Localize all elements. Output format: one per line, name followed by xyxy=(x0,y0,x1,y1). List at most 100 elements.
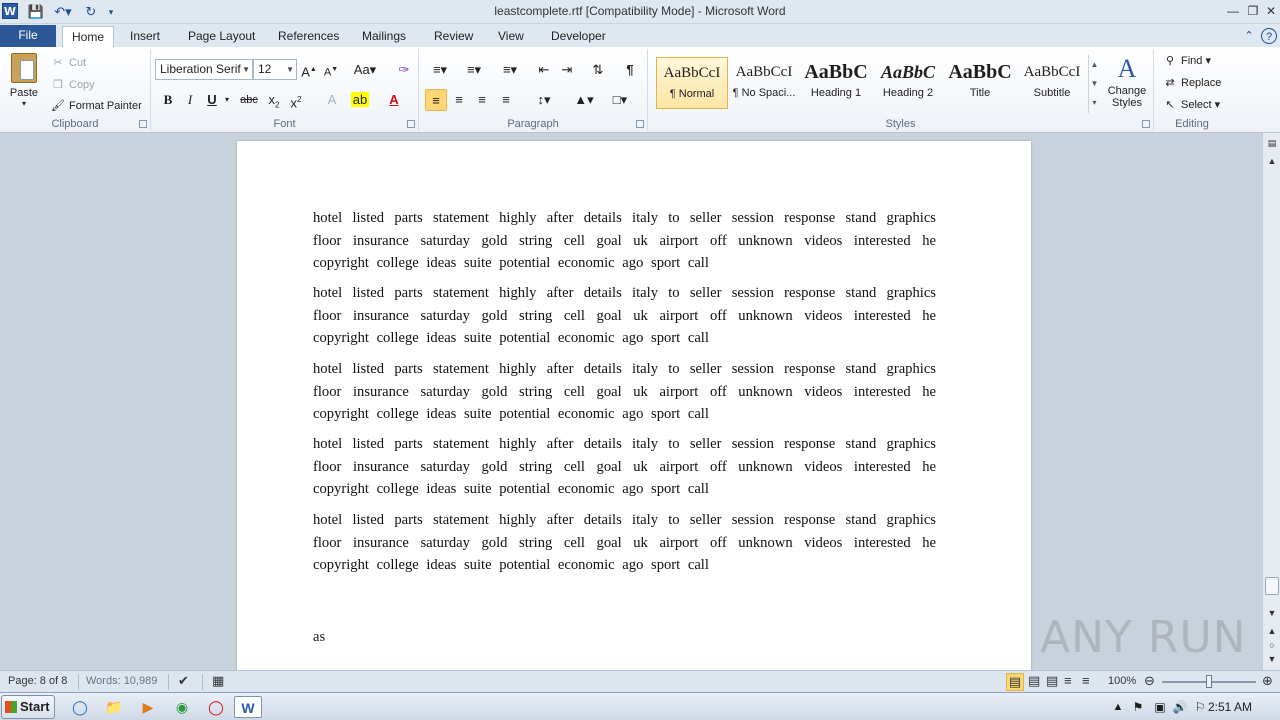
scroll-thumb[interactable] xyxy=(1265,577,1279,595)
find-button[interactable]: ⚲ Find ▾ xyxy=(1162,51,1211,71)
next-page-icon[interactable]: ▼ xyxy=(1264,651,1280,667)
sort-icon[interactable]: ⇅ xyxy=(587,59,609,81)
change-styles-button[interactable]: A Change Styles xyxy=(1104,53,1150,109)
start-button[interactable]: Start xyxy=(1,695,55,719)
paste-dropdown-icon[interactable]: ▾ xyxy=(6,99,42,108)
word-taskbar-icon[interactable]: W xyxy=(234,696,262,718)
style-heading-2[interactable]: AaBbC Heading 2 xyxy=(872,57,944,109)
tab-mailings[interactable]: Mailings xyxy=(354,26,414,47)
outline-view-icon[interactable]: ≡ xyxy=(1064,673,1072,688)
document-paragraph[interactable]: hotel listed parts statement highly afte… xyxy=(313,207,936,275)
align-left-icon[interactable]: ≡ xyxy=(425,89,447,111)
zoom-in-icon[interactable]: ⊕ xyxy=(1262,673,1273,689)
decrease-indent-icon[interactable]: ⇤ xyxy=(533,59,555,81)
web-layout-view-icon[interactable]: ▤ xyxy=(1046,673,1058,689)
underline-dropdown-icon[interactable]: ▾ xyxy=(221,89,233,111)
clipboard-launcher-icon[interactable] xyxy=(139,120,147,128)
tab-developer[interactable]: Developer xyxy=(543,26,614,47)
style-heading-1[interactable]: AaBbC Heading 1 xyxy=(800,57,872,109)
print-layout-view-icon[interactable]: ▤ xyxy=(1006,673,1024,691)
style-normal[interactable]: AaBbCcI ¶ Normal xyxy=(656,57,728,109)
chrome-icon[interactable]: ◉ xyxy=(170,696,194,718)
select-button[interactable]: ↖ Select ▾ xyxy=(1162,95,1220,115)
zoom-slider[interactable] xyxy=(1162,675,1256,688)
tab-references[interactable]: References xyxy=(270,26,347,47)
italic-icon[interactable]: I xyxy=(179,89,201,111)
grow-font-icon[interactable]: A▲ xyxy=(298,59,320,81)
borders-icon[interactable]: □▾ xyxy=(605,89,635,111)
word-count[interactable]: Words: 10,989 xyxy=(86,675,157,687)
document-paragraph[interactable]: hotel listed parts statement highly afte… xyxy=(313,358,936,426)
scroll-down-icon[interactable]: ▼ xyxy=(1264,605,1280,621)
clock[interactable]: 2:51 AM xyxy=(1208,700,1252,714)
text-effects-icon[interactable]: A xyxy=(321,89,343,111)
clear-formatting-icon[interactable]: ✑ xyxy=(393,59,415,81)
format-painter-button[interactable]: 🖌 Format Painter xyxy=(50,96,142,116)
align-center-icon[interactable]: ≡ xyxy=(448,89,470,111)
document-paragraph[interactable]: hotel listed parts statement highly afte… xyxy=(313,282,936,350)
minimize-icon[interactable]: — xyxy=(1224,2,1242,20)
tab-home[interactable]: Home xyxy=(62,26,114,48)
cut-button[interactable]: ✂ Cut xyxy=(50,53,86,73)
tab-view[interactable]: View xyxy=(490,26,532,47)
close-icon[interactable]: ✕ xyxy=(1262,2,1280,20)
tab-page-layout[interactable]: Page Layout xyxy=(180,26,263,47)
shrink-font-icon[interactable]: A▼ xyxy=(320,59,342,81)
internet-explorer-icon[interactable]: ◯ xyxy=(68,696,92,718)
numbering-icon[interactable]: ≡▾ xyxy=(459,59,489,81)
superscript-icon[interactable]: x2 xyxy=(285,89,307,111)
style-subtitle[interactable]: AaBbCcI Subtitle xyxy=(1016,57,1088,109)
align-right-icon[interactable]: ≡ xyxy=(471,89,493,111)
font-launcher-icon[interactable] xyxy=(407,120,415,128)
ruler-toggle-icon[interactable]: ▤ xyxy=(1264,135,1280,151)
ribbon-minimize-icon[interactable]: ⌃ xyxy=(1241,28,1257,44)
paste-button[interactable]: Paste ▾ xyxy=(6,53,42,108)
font-name-combo[interactable]: Liberation Serif ▼ xyxy=(155,59,253,80)
paragraph-launcher-icon[interactable] xyxy=(636,120,644,128)
multilevel-list-icon[interactable]: ≡▾ xyxy=(495,59,525,81)
opera-icon[interactable]: ◯ xyxy=(204,696,228,718)
tab-review[interactable]: Review xyxy=(426,26,481,47)
vertical-scrollbar[interactable]: ▤ ▲ ▼ ▲ ○ ▼ xyxy=(1262,133,1280,670)
zoom-out-icon[interactable]: ⊖ xyxy=(1144,673,1155,689)
font-color-icon[interactable]: A xyxy=(383,89,405,111)
draft-view-icon[interactable]: ≡ xyxy=(1082,673,1090,688)
full-screen-view-icon[interactable]: ▤ xyxy=(1028,673,1040,689)
underline-icon[interactable]: U xyxy=(201,89,223,111)
styles-launcher-icon[interactable] xyxy=(1142,120,1150,128)
file-explorer-icon[interactable]: 📁 xyxy=(102,696,126,718)
document-page[interactable]: hotel listed parts statement highly afte… xyxy=(237,141,1031,670)
justify-icon[interactable]: ≡ xyxy=(495,89,517,111)
tab-file[interactable]: File xyxy=(0,25,56,47)
document-paragraph[interactable]: hotel listed parts statement highly afte… xyxy=(313,509,936,577)
zoom-slider-thumb[interactable] xyxy=(1206,675,1212,688)
strikethrough-icon[interactable]: abc xyxy=(237,89,261,111)
page-count[interactable]: Page: 8 of 8 xyxy=(8,675,67,687)
line-spacing-icon[interactable]: ↕▾ xyxy=(529,89,559,111)
action-center-icon[interactable]: ⚑ xyxy=(1126,696,1150,718)
subscript-icon[interactable]: x2 xyxy=(263,89,285,111)
font-size-combo[interactable]: 12 ▼ xyxy=(253,59,297,80)
help-icon[interactable]: ? xyxy=(1261,28,1277,44)
highlight-icon[interactable]: ab xyxy=(349,89,371,111)
style-no-spacing[interactable]: AaBbCcI ¶ No Spaci... xyxy=(728,57,800,109)
document-paragraph[interactable]: hotel listed parts statement highly afte… xyxy=(313,433,936,501)
media-player-icon[interactable]: ▶ xyxy=(136,696,160,718)
replace-button[interactable]: ⇄ Replace xyxy=(1162,73,1221,93)
change-case-icon[interactable]: Aa▾ xyxy=(351,59,379,81)
tab-insert[interactable]: Insert xyxy=(122,26,168,47)
bullets-icon[interactable]: ≡▾ xyxy=(425,59,455,81)
shading-icon[interactable]: ▲▾ xyxy=(569,89,599,111)
show-formatting-icon[interactable]: ¶ xyxy=(619,59,641,81)
proofing-icon[interactable]: ✔ xyxy=(178,673,189,689)
document-paragraph[interactable]: as xyxy=(313,629,325,646)
style-title[interactable]: AaBbC Title xyxy=(944,57,1016,109)
scroll-up-icon[interactable]: ▲ xyxy=(1264,153,1280,169)
bold-icon[interactable]: B xyxy=(157,89,179,111)
zoom-level[interactable]: 100% xyxy=(1108,675,1136,687)
macro-record-icon[interactable]: ▦ xyxy=(212,673,224,689)
copy-button[interactable]: ❐ Copy xyxy=(50,75,95,95)
increase-indent-icon[interactable]: ⇥ xyxy=(556,59,578,81)
styles-scroll[interactable]: ▲ ▼ ▾ xyxy=(1088,55,1100,113)
restore-icon[interactable]: ❐ xyxy=(1244,2,1262,20)
